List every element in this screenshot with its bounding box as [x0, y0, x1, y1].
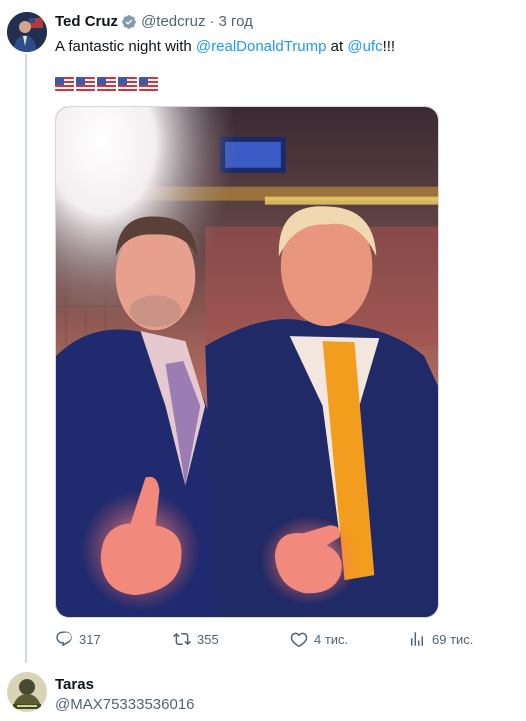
reply-icon — [56, 631, 72, 647]
mention-link-ufc[interactable]: @ufc — [347, 38, 382, 55]
tweet-header: Ted Cruz @tedcruz · 3 год — [55, 13, 253, 30]
retweet-button[interactable]: 355 — [173, 630, 219, 648]
reply-tweet[interactable]: Taras @MAX75333536016 — [0, 660, 526, 721]
header-separator: · — [209, 13, 215, 30]
us-flag-icon — [76, 77, 95, 91]
view-count: 69 тис. — [432, 631, 474, 647]
verified-badge-icon — [122, 14, 136, 29]
tweet-timestamp[interactable]: 3 год — [218, 13, 252, 30]
us-flag-icon — [118, 77, 137, 91]
retweet-icon — [173, 632, 191, 646]
reply-author-handle[interactable]: @MAX75333536016 — [55, 696, 195, 713]
flag-emoji-row — [55, 77, 158, 91]
reply-count: 317 — [79, 631, 101, 647]
mention-link-trump[interactable]: @realDonaldTrump — [196, 38, 327, 55]
author-handle[interactable]: @tedcruz — [141, 13, 205, 30]
tweet-text-middle: at — [326, 38, 348, 55]
tweet[interactable]: Ted Cruz @tedcruz · 3 год A fantastic ni… — [0, 0, 526, 660]
author-avatar[interactable] — [7, 12, 47, 52]
heart-icon — [290, 632, 308, 648]
reply-author-avatar[interactable] — [7, 672, 47, 712]
views-button[interactable]: 69 тис. — [408, 630, 473, 648]
author-name[interactable]: Ted Cruz — [55, 13, 118, 30]
us-flag-icon — [55, 77, 74, 91]
like-count: 4 тис. — [314, 631, 349, 647]
views-bar-chart-icon — [411, 632, 423, 646]
tweet-text-suffix: !!! — [382, 38, 396, 55]
us-flag-icon — [139, 77, 158, 91]
tweet-actions-bar: 317 355 4 тис. 69 тис. — [55, 630, 475, 652]
tweet-text: A fantastic night with @realDonaldTrump … — [55, 37, 395, 57]
us-flag-icon — [97, 77, 116, 91]
reply-button[interactable]: 317 — [55, 630, 101, 648]
retweet-count: 355 — [197, 631, 219, 647]
reply-author-name[interactable]: Taras — [55, 676, 94, 693]
tweet-text-prefix: A fantastic night with — [55, 38, 196, 55]
like-button[interactable]: 4 тис. — [290, 630, 348, 648]
tweet-photo[interactable] — [55, 106, 439, 618]
